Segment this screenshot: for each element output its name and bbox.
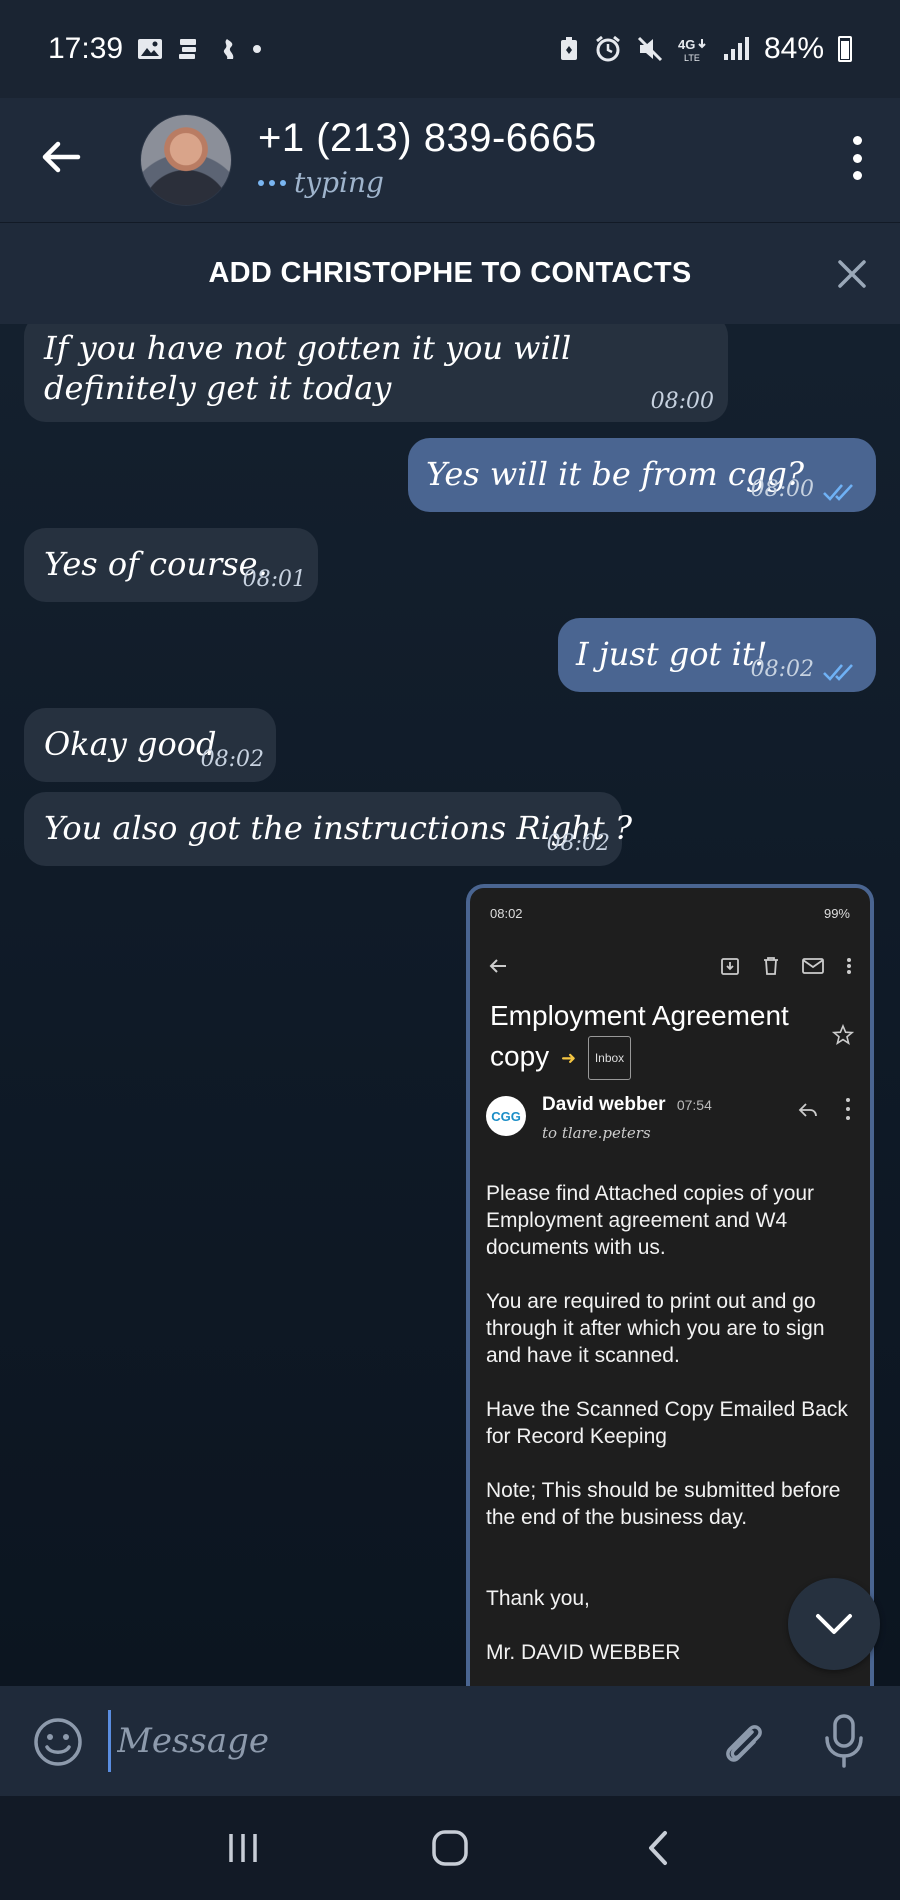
read-ticks-icon <box>823 664 853 681</box>
recent-apps-button[interactable] <box>218 1823 268 1873</box>
message-time: 08:00 <box>650 389 714 414</box>
email-subject: Employment Agreement copy <box>490 1000 789 1072</box>
telegram-notification-icon <box>223 39 234 59</box>
chat-header: +1 (213) 839-6665 typing <box>0 98 900 222</box>
close-icon[interactable] <box>834 256 870 292</box>
contact-name[interactable]: +1 (213) 839-6665 <box>258 116 597 161</box>
reply-icon <box>798 1103 817 1117</box>
email-paragraph: Please find Attached copies of your Empl… <box>486 1182 815 1259</box>
message-text: Yes of course. <box>44 545 268 583</box>
status-bar-left: 17:39 <box>48 32 262 66</box>
email-status-battery: 99% <box>823 906 850 921</box>
network-icon: 4GLTE <box>678 37 706 63</box>
status-bar-right: 4G LTE 84% <box>558 32 852 66</box>
add-contact-banner: ADD CHRISTOPHE TO CONTACTS <box>0 222 900 324</box>
message-composer <box>0 1686 900 1796</box>
sender-name: David webber <box>542 1094 666 1115</box>
archive-icon <box>721 958 739 975</box>
typing-dots-icon <box>258 179 286 186</box>
mail-icon <box>802 958 824 974</box>
inbox-label: Inbox <box>587 1036 632 1080</box>
add-contact-button[interactable]: ADD CHRISTOPHE TO CONTACTS <box>208 257 691 290</box>
status-bar: 17:39 4G LTE 84% <box>0 0 900 98</box>
scroll-to-bottom-button[interactable] <box>788 1578 880 1670</box>
email-paragraph: Have the Scanned Copy Emailed Back for R… <box>486 1398 848 1448</box>
back-arrow-icon[interactable] <box>38 134 84 180</box>
message-bubble-outgoing[interactable]: I just got it! 08:02 <box>558 618 876 692</box>
dot-icon <box>253 45 262 53</box>
microphone-icon[interactable] <box>818 1712 870 1770</box>
message-time: 08:02 <box>750 657 814 682</box>
email-status-time: 08:02 <box>490 906 523 921</box>
email-paragraph: You are required to print out and go thr… <box>486 1290 825 1367</box>
email-sender: David webber 07:54 <box>542 1094 712 1116</box>
battery-percentage: 84% <box>763 32 824 65</box>
email-toolbar <box>488 952 852 980</box>
email-back-icon <box>489 959 506 973</box>
emoji-icon[interactable] <box>32 1716 84 1768</box>
email-subject-row: Employment Agreement copy ➜ Inbox <box>490 996 820 1080</box>
email-toolbar-actions <box>720 956 852 976</box>
typing-status: typing <box>294 166 384 199</box>
sender-avatar: CGG <box>486 1096 526 1136</box>
message-bubble-incoming[interactable]: If you have not gotten it you will defin… <box>24 324 728 422</box>
battery-saver-icon <box>560 37 577 60</box>
home-button[interactable] <box>425 1823 475 1873</box>
typing-indicator: typing <box>258 166 384 199</box>
message-text: If you have not gotten it you will defin… <box>44 329 572 407</box>
svg-text:LTE: LTE <box>684 53 700 63</box>
star-icon <box>832 1024 854 1045</box>
message-text: You also got the instructions Right ? <box>44 809 633 847</box>
mute-icon <box>637 36 663 62</box>
message-bubble-incoming[interactable]: Okay good 08:02 <box>24 708 276 782</box>
email-more-icon <box>847 958 851 974</box>
battery-icon <box>838 36 852 62</box>
message-list[interactable]: If you have not gotten it you will defin… <box>0 324 900 1686</box>
back-button[interactable] <box>632 1823 682 1873</box>
sender-time: 07:54 <box>676 1097 712 1113</box>
app-notification-icon <box>179 39 197 59</box>
message-time: 08:02 <box>200 747 264 772</box>
delete-icon <box>764 957 778 975</box>
message-text: Yes will it be from cgg? <box>426 455 804 493</box>
email-status-bar: 08:02 99% <box>490 906 850 921</box>
attach-icon[interactable] <box>716 1716 768 1768</box>
system-navigation-bar <box>0 1796 900 1900</box>
message-time: 08:00 <box>750 477 814 502</box>
svg-text:4G: 4G <box>678 37 695 52</box>
important-marker-icon: ➜ <box>560 1048 577 1068</box>
message-text: Okay good <box>44 725 217 763</box>
more-options-icon[interactable] <box>850 136 864 180</box>
sender-more-icon <box>846 1098 852 1120</box>
contact-avatar[interactable] <box>140 114 232 206</box>
message-bubble-incoming[interactable]: You also got the instructions Right ? 08… <box>24 792 632 866</box>
message-bubble-incoming[interactable]: Yes of course. 08:01 <box>24 528 318 602</box>
signal-icon <box>723 37 749 60</box>
chevron-down-icon <box>816 1614 852 1634</box>
message-time: 08:01 <box>242 567 306 592</box>
home-icon <box>432 1830 468 1866</box>
message-input[interactable] <box>108 1710 688 1772</box>
back-chevron-icon <box>648 1831 667 1865</box>
email-recipient: to tlare.peters <box>542 1124 651 1142</box>
gallery-icon <box>138 39 163 59</box>
recent-apps-icon <box>229 1834 258 1862</box>
read-ticks-icon <box>823 484 853 501</box>
message-time: 08:02 <box>546 831 610 856</box>
message-bubble-outgoing[interactable]: Yes will it be from cgg? 08:00 <box>408 438 876 512</box>
email-screenshot-image[interactable]: 08:02 99% Employment Agreement copy ➜ In… <box>466 884 874 1686</box>
message-text: I just got it! <box>576 635 768 673</box>
email-paragraph: Note; This should be submitted before th… <box>486 1479 841 1529</box>
alarm-icon <box>596 35 620 62</box>
status-time: 17:39 <box>48 32 124 65</box>
